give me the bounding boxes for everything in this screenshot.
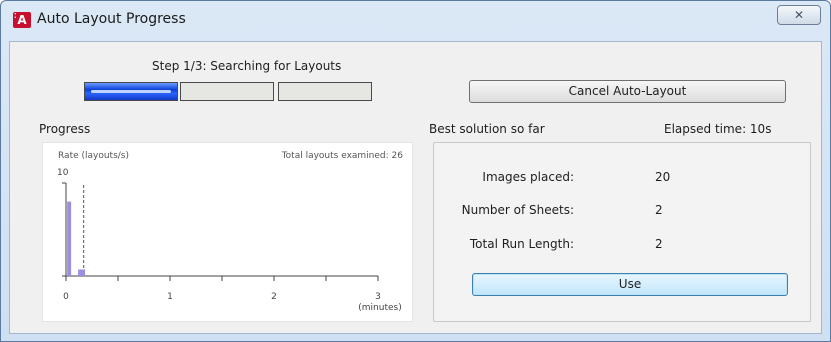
title-bar: ⁚ A Auto Layout Progress ✕ <box>1 1 830 41</box>
chart-title: Rate (layouts/s) <box>58 151 129 161</box>
dialog-body: Step 1/3: Searching for Layouts Cancel A… <box>9 41 822 334</box>
images-placed-label: Images placed: <box>482 170 574 184</box>
use-button[interactable]: Use <box>472 273 788 296</box>
auto-layout-progress-dialog: ⁚ A Auto Layout Progress ✕ Step 1/3: Sear… <box>0 0 831 342</box>
progress-section-label: Progress <box>39 122 91 136</box>
autolayout-app-icon: ⁚ A <box>13 12 31 28</box>
cancel-auto-layout-button[interactable]: Cancel Auto-Layout <box>469 80 786 103</box>
rate-chart-svg: Rate (layouts/s) Total layouts examined:… <box>57 151 404 313</box>
step-label: Step 1/3: Searching for Layouts <box>152 59 342 73</box>
rate-bar <box>78 269 86 276</box>
elapsed-time: Elapsed time: 10s <box>664 122 772 136</box>
x-tick-label: 1 <box>167 292 173 302</box>
x-tick-label: 0 <box>63 292 69 302</box>
step-progress-segment-3 <box>278 82 372 101</box>
x-tick-label: 2 <box>271 292 277 302</box>
close-icon: ✕ <box>793 8 805 22</box>
run-length-value: 2 <box>655 237 663 251</box>
run-length-label: Total Run Length: <box>469 237 574 251</box>
rate-chart: Rate (layouts/s) Total layouts examined:… <box>42 142 413 322</box>
y-tick-label: 10 <box>57 168 69 178</box>
sheets-value: 2 <box>655 203 663 217</box>
x-tick-label: 3 <box>375 292 381 302</box>
rate-bar <box>67 201 72 276</box>
x-axis-label: (minutes) <box>358 303 401 313</box>
step-progress-segment-2 <box>180 82 274 101</box>
sheets-label: Number of Sheets: <box>461 203 574 217</box>
best-solution-panel: Images placed: 20 Number of Sheets: 2 To… <box>433 142 811 322</box>
chart-annotation: Total layouts examined: 26 <box>281 151 404 161</box>
images-placed-value: 20 <box>655 170 671 184</box>
close-button[interactable]: ✕ <box>777 5 821 25</box>
window-title: Auto Layout Progress <box>37 11 186 27</box>
best-solution-label: Best solution so far <box>429 122 545 136</box>
step-progress-segment-1 <box>84 82 178 101</box>
